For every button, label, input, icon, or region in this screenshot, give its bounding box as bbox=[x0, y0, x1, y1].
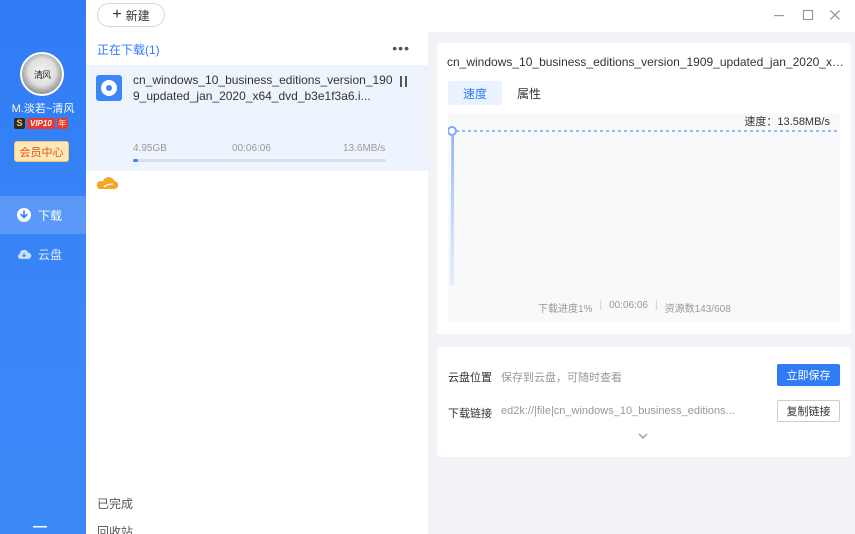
menu-icon[interactable] bbox=[33, 526, 47, 534]
finished-section[interactable]: 已完成 bbox=[97, 495, 133, 512]
tab-properties[interactable]: 属性 bbox=[507, 81, 551, 105]
speed-area bbox=[450, 131, 454, 285]
cloud-location-hint: 保存到云盘，可随时查看 bbox=[501, 372, 622, 384]
current-speed-label: 速度：13.58MB/s bbox=[744, 116, 830, 128]
cloud-icon bbox=[16, 246, 32, 262]
chevron-down-icon[interactable] bbox=[637, 432, 649, 440]
task-size: 4.95GB bbox=[133, 143, 167, 154]
downloading-section-title[interactable]: 正在下载(1) bbox=[97, 41, 160, 58]
detail-card: cn_windows_10_business_editions_version_… bbox=[437, 43, 851, 334]
task-elapsed: 00:06:06 bbox=[232, 143, 271, 154]
sidebar: 清风 M.淡若~清风 S VIP10 年 会员中心 下载 云盘 bbox=[0, 0, 86, 534]
save-now-button[interactable]: 立即保存 bbox=[777, 364, 840, 386]
download-link-value[interactable]: ed2k://|file|cn_windows_10_business_edit… bbox=[501, 405, 735, 417]
member-center-button[interactable]: 会员中心 bbox=[14, 141, 69, 162]
speed-chart-svg bbox=[448, 126, 838, 285]
nav-item-download[interactable]: 下载 bbox=[0, 196, 86, 234]
detail-title: cn_windows_10_business_editions_version_… bbox=[447, 55, 845, 69]
new-task-label: 新建 bbox=[125, 8, 150, 23]
copy-link-button[interactable]: 复制链接 bbox=[777, 400, 840, 422]
cloud-save-card: 云盘位置 保存到云盘，可随时查看 立即保存 下载链接 ed2k://|file|… bbox=[437, 347, 851, 457]
vip-badges: S VIP10 年 bbox=[14, 117, 68, 129]
cloud-location-label: 云盘位置 bbox=[448, 372, 492, 384]
tab-speed[interactable]: 速度 bbox=[448, 81, 502, 105]
speed-point bbox=[448, 126, 457, 136]
task-progress-bar bbox=[133, 159, 386, 162]
recycle-bin-section[interactable]: 回收站 bbox=[97, 523, 133, 534]
vip-s-badge: S bbox=[14, 117, 25, 129]
speed-chart: 速度：13.58MB/s 下载进度1% | 00:06:06 | 资源数143/… bbox=[448, 113, 840, 321]
chart-stats: 下载进度1% | 00:06:06 | 资源数143/608 bbox=[538, 300, 731, 315]
username[interactable]: M.淡若~清风 bbox=[0, 100, 86, 116]
new-task-button[interactable]: + 新建 bbox=[97, 3, 165, 27]
download-list-panel: 正在下载(1) ••• cn_windows_10_business_editi… bbox=[86, 32, 428, 534]
more-horizontal-icon[interactable]: ••• bbox=[392, 40, 410, 56]
task-filename: cn_windows_10_business_editions_version_… bbox=[133, 73, 393, 103]
pause-icon[interactable] bbox=[400, 76, 410, 88]
task-row[interactable]: cn_windows_10_business_editions_version_… bbox=[86, 65, 428, 190]
minimize-icon[interactable] bbox=[771, 7, 787, 23]
accelerate-cloud-icon[interactable] bbox=[95, 175, 119, 191]
avatar[interactable]: 清风 bbox=[20, 52, 64, 96]
vip-year-badge: 年 bbox=[56, 117, 68, 129]
elapsed-time-text: 00:06:06 bbox=[609, 300, 648, 311]
nav-download-label: 下载 bbox=[38, 208, 63, 223]
avatar-text: 清风 bbox=[33, 70, 51, 81]
progress-percent-text: 下载进度1% bbox=[538, 304, 593, 315]
disc-image-file-icon bbox=[96, 75, 122, 101]
task-progress-fill bbox=[133, 159, 139, 162]
maximize-icon[interactable] bbox=[800, 7, 816, 23]
vip-level-badge: VIP10 bbox=[27, 117, 55, 129]
task-speed: 13.6MB/s bbox=[343, 143, 386, 154]
plus-icon: + bbox=[112, 6, 122, 23]
download-link-label: 下载链接 bbox=[448, 408, 492, 420]
nav-cloud-label: 云盘 bbox=[38, 247, 63, 262]
download-icon bbox=[16, 207, 32, 223]
top-bar: + 新建 bbox=[86, 0, 855, 32]
close-icon[interactable] bbox=[827, 7, 843, 23]
sources-count-text: 资源数143/608 bbox=[664, 304, 731, 315]
nav-item-cloud[interactable]: 云盘 bbox=[0, 235, 86, 273]
